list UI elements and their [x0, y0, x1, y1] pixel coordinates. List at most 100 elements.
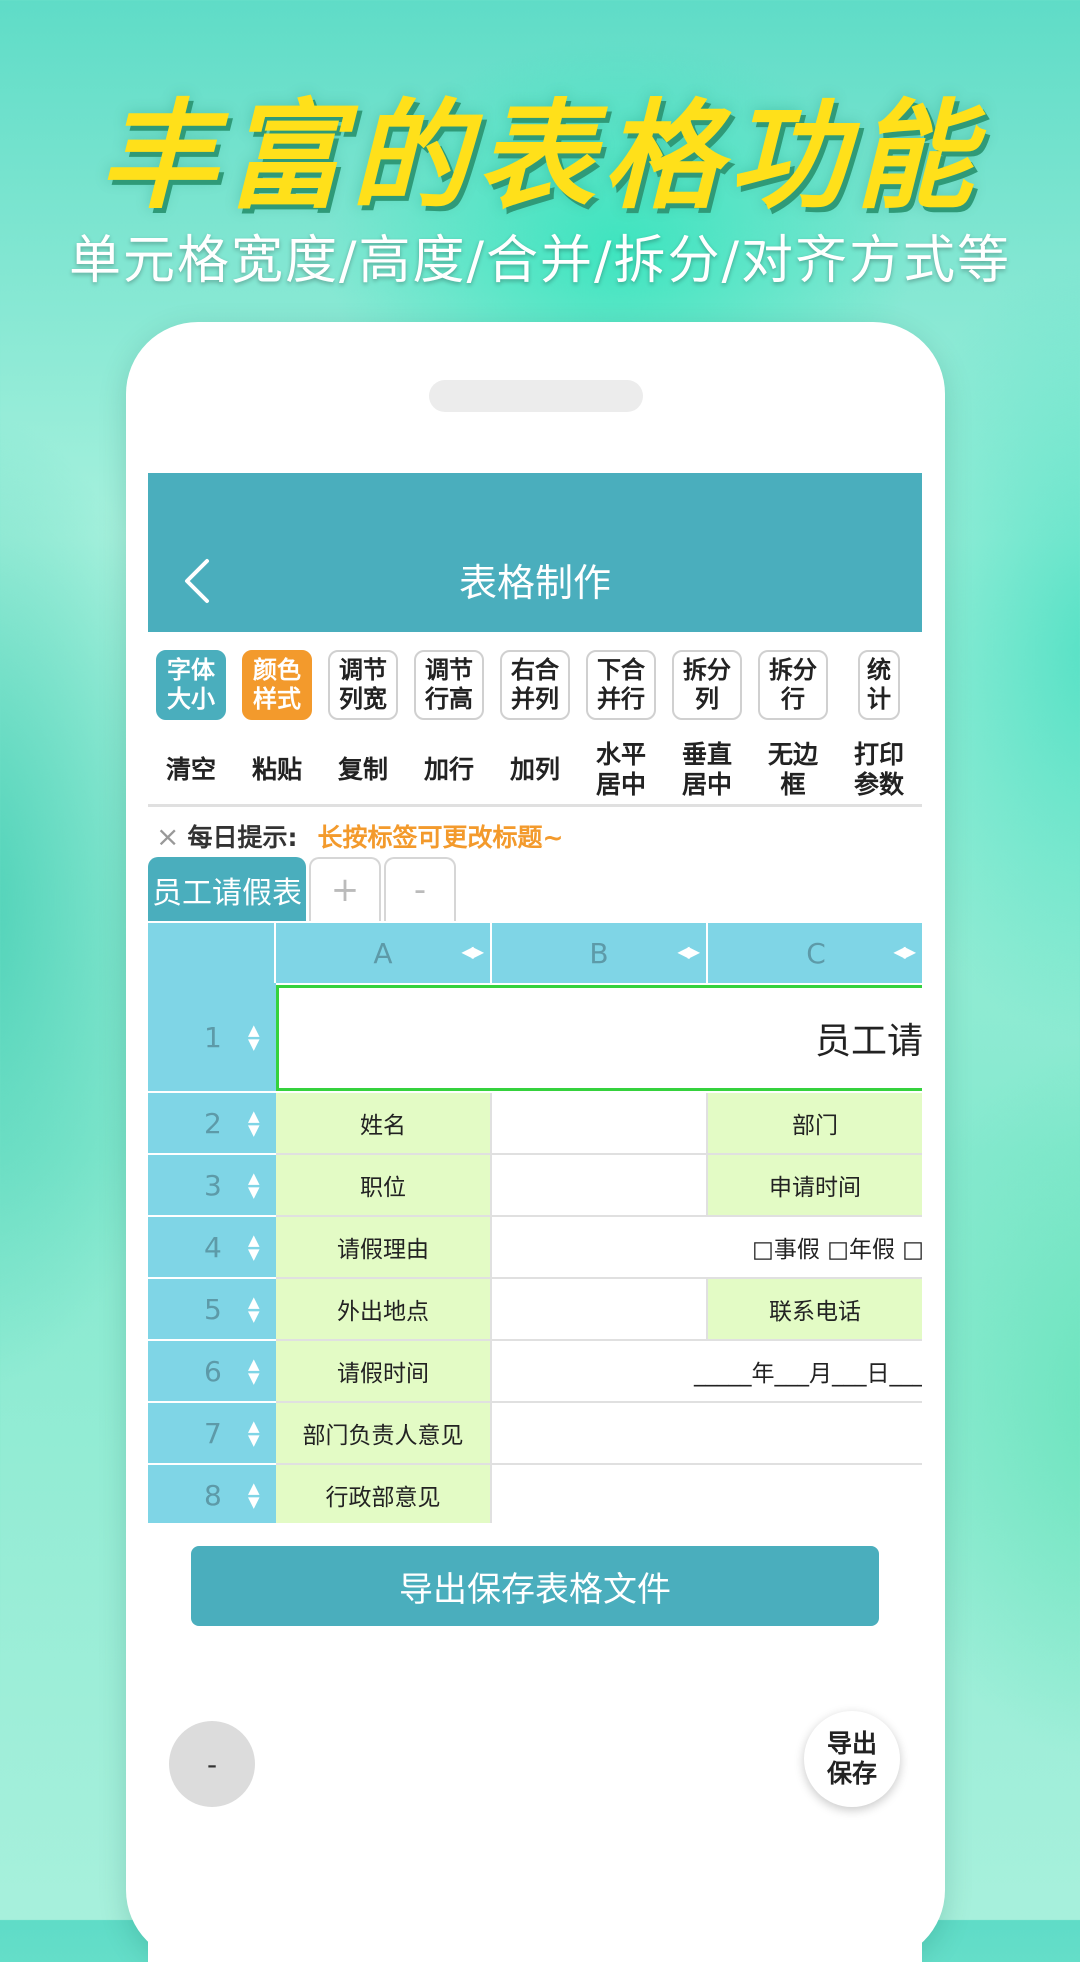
resize-arrows-vertical-icon[interactable]: ▲ ▼ — [248, 1233, 260, 1262]
tip-text: 长按标签可更改标题~ — [317, 823, 564, 852]
row-header-4[interactable]: 4 ▲ ▼ — [148, 1217, 276, 1279]
resize-arrows-icon[interactable]: ◀▶ — [461, 942, 484, 961]
toolbar-row-2: 清空 粘贴 复制 加行 加列 水平 居中 垂直 居中 无边 框 打印 参数 — [148, 736, 922, 804]
row-number: 8 — [204, 1478, 222, 1512]
tool-split-column[interactable]: 拆分 列 — [664, 648, 750, 722]
tool-font-size[interactable]: 字体 大小 — [148, 648, 234, 722]
tool-label: 调节 列宽 — [328, 650, 398, 720]
column-header-b[interactable]: B ◀▶ — [492, 923, 708, 983]
tool-paste[interactable]: 粘贴 — [234, 736, 320, 804]
tool-label: 清空 — [165, 755, 216, 784]
cell-b6-merged[interactable]: _____年___月___日___ — [492, 1341, 922, 1403]
tip-label: 每日提示: — [187, 823, 298, 852]
resize-arrows-vertical-icon[interactable]: ▲ ▼ — [248, 1419, 260, 1448]
cell-a5[interactable]: 外出地点 — [276, 1279, 492, 1341]
app-screen: 表格制作 字体 大小 颜色 样式 调节 列宽 调节 行高 右合 并列 下合 并行… — [148, 473, 922, 1962]
column-label: A — [373, 936, 393, 970]
remove-sheet-button[interactable]: - — [384, 857, 456, 921]
row-header-1[interactable]: 1 ▲ ▼ — [148, 983, 276, 1093]
resize-arrows-icon[interactable]: ◀▶ — [677, 942, 700, 961]
tool-add-column[interactable]: 加列 — [492, 736, 578, 804]
cell-c2[interactable]: 部门 — [708, 1093, 922, 1155]
tab-sheet-leave-form[interactable]: 员工请假表 — [148, 857, 306, 921]
resize-arrows-vertical-icon[interactable]: ▲ ▼ — [248, 1109, 260, 1138]
tool-add-row[interactable]: 加行 — [406, 736, 492, 804]
tool-label: 加列 — [509, 755, 560, 784]
tool-clear[interactable]: 清空 — [148, 736, 234, 804]
cell-b8-merged[interactable] — [492, 1465, 922, 1523]
export-save-button[interactable]: 导出保存表格文件 — [191, 1546, 879, 1626]
tool-label: 水平 居中 — [595, 740, 646, 799]
tool-label: 垂直 居中 — [681, 740, 732, 799]
resize-arrows-icon[interactable]: ◀▶ — [893, 942, 916, 961]
grid-corner — [148, 923, 276, 983]
tool-color-style[interactable]: 颜色 样式 — [234, 648, 320, 722]
column-header-a[interactable]: A ◀▶ — [276, 923, 492, 983]
cell-a7[interactable]: 部门负责人意见 — [276, 1403, 492, 1465]
resize-arrows-vertical-icon[interactable]: ▲ ▼ — [248, 1023, 260, 1052]
row-header-3[interactable]: 3 ▲ ▼ — [148, 1155, 276, 1217]
cell-c3[interactable]: 申请时间 — [708, 1155, 922, 1217]
cell-c5[interactable]: 联系电话 — [708, 1279, 922, 1341]
cell-b5[interactable] — [492, 1279, 708, 1341]
tool-label: 右合 并列 — [500, 650, 570, 720]
tool-label: 打印 参数 — [853, 740, 904, 799]
tool-statistics[interactable]: 统 计 — [836, 648, 922, 722]
tool-label: 颜色 样式 — [242, 650, 312, 720]
export-save-fab[interactable]: 导出 保存 — [804, 1711, 900, 1807]
tool-label: 调节 行高 — [414, 650, 484, 720]
toolbar-row-1: 字体 大小 颜色 样式 调节 列宽 调节 行高 右合 并列 下合 并行 拆分 列… — [148, 648, 922, 722]
tool-label: 下合 并行 — [586, 650, 656, 720]
row-number: 7 — [204, 1416, 222, 1450]
close-icon[interactable]: × — [156, 820, 179, 853]
tool-print-settings[interactable]: 打印 参数 — [836, 736, 922, 804]
row-number: 4 — [204, 1230, 222, 1264]
resize-arrows-vertical-icon[interactable]: ▲ ▼ — [248, 1295, 260, 1324]
tool-label: 拆分 列 — [672, 650, 742, 720]
tool-merge-down[interactable]: 下合 并行 — [578, 648, 664, 722]
row-header-6[interactable]: 6 ▲ ▼ — [148, 1341, 276, 1403]
column-header-c[interactable]: C ◀▶ — [708, 923, 922, 983]
cell-a8[interactable]: 行政部意见 — [276, 1465, 492, 1523]
tool-no-border[interactable]: 无边 框 — [750, 736, 836, 804]
phone-speaker — [429, 380, 643, 412]
tool-column-width[interactable]: 调节 列宽 — [320, 648, 406, 722]
cell-title-merged[interactable]: 员工请 — [276, 985, 922, 1091]
row-header-7[interactable]: 7 ▲ ▼ — [148, 1403, 276, 1465]
tool-align-vertical-center[interactable]: 垂直 居中 — [664, 736, 750, 804]
cell-b3[interactable] — [492, 1155, 708, 1217]
tool-align-horizontal-center[interactable]: 水平 居中 — [578, 736, 664, 804]
cell-a6[interactable]: 请假时间 — [276, 1341, 492, 1403]
resize-arrows-vertical-icon[interactable]: ▲ ▼ — [248, 1481, 260, 1510]
row-header-8[interactable]: 8 ▲ ▼ — [148, 1465, 276, 1523]
cell-b2[interactable] — [492, 1093, 708, 1155]
add-sheet-button[interactable]: + — [309, 857, 381, 921]
cell-a3[interactable]: 职位 — [276, 1155, 492, 1217]
cell-a2[interactable]: 姓名 — [276, 1093, 492, 1155]
row-header-5[interactable]: 5 ▲ ▼ — [148, 1279, 276, 1341]
row-number: 2 — [204, 1106, 222, 1140]
spreadsheet-grid: A ◀▶ B ◀▶ C ◀▶ 1 ▲ ▼ 2 ▲ ▼ 3 ▲ ▼ 4 ▲ ▼ 5 ▲ ▼ 6 ▲ ▼ 7… — [148, 923, 922, 1523]
resize-arrows-vertical-icon[interactable]: ▲ ▼ — [248, 1171, 260, 1200]
tool-merge-right[interactable]: 右合 并列 — [492, 648, 578, 722]
tool-label: 拆分 行 — [758, 650, 828, 720]
tool-row-height[interactable]: 调节 行高 — [406, 648, 492, 722]
tool-label: 复制 — [337, 755, 388, 784]
tool-copy[interactable]: 复制 — [320, 736, 406, 804]
zoom-out-button[interactable]: - — [169, 1721, 255, 1807]
toolbar: 字体 大小 颜色 样式 调节 列宽 调节 行高 右合 并列 下合 并行 拆分 列… — [148, 638, 922, 804]
row-number: 5 — [204, 1292, 222, 1326]
row-header-2[interactable]: 2 ▲ ▼ — [148, 1093, 276, 1155]
cell-a4[interactable]: 请假理由 — [276, 1217, 492, 1279]
daily-tip: × 每日提示: 长按标签可更改标题~ — [156, 813, 563, 859]
cell-b7-merged[interactable] — [492, 1403, 922, 1465]
tool-split-row[interactable]: 拆分 行 — [750, 648, 836, 722]
cell-b4-merged[interactable]: □事假 □年假 □ — [492, 1217, 922, 1279]
resize-arrows-vertical-icon[interactable]: ▲ ▼ — [248, 1357, 260, 1386]
tool-label: 加行 — [423, 755, 474, 784]
column-label: C — [806, 936, 826, 970]
tool-label: 粘贴 — [251, 755, 302, 784]
promo-subline: 单元格宽度/高度/合并/拆分/对齐方式等 — [68, 231, 1012, 291]
row-number: 6 — [204, 1354, 222, 1388]
page-title: 表格制作 — [458, 561, 611, 605]
